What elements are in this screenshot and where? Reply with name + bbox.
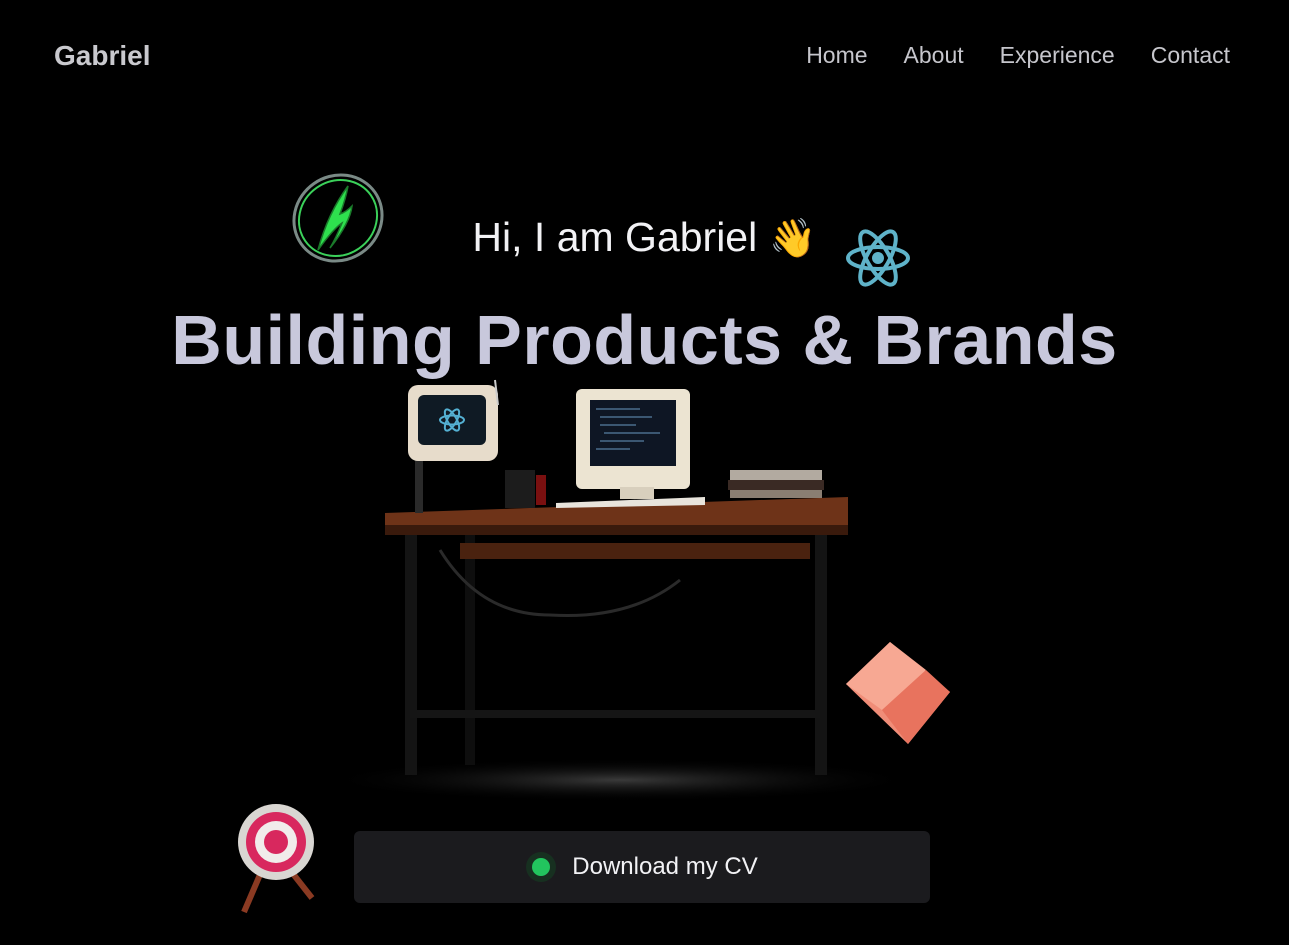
hero-greeting: Hi, I am Gabriel 👋 — [0, 214, 1289, 261]
nav-link-home[interactable]: Home — [806, 42, 867, 69]
nav-link-about[interactable]: About — [904, 42, 964, 69]
top-navbar: Gabriel Home About Experience Contact — [0, 0, 1289, 116]
hero-headline: Building Products & Brands — [171, 301, 1118, 379]
download-cv-button[interactable]: Download my CV — [354, 831, 930, 903]
download-cv-label: Download my CV — [572, 853, 758, 880]
nav-link-experience[interactable]: Experience — [1000, 42, 1115, 69]
status-dot-icon — [526, 852, 557, 882]
wave-emoji: 👋 — [769, 218, 817, 260]
nav-links: Home About Experience Contact — [806, 42, 1230, 69]
target-icon — [238, 804, 315, 914]
react-icon — [846, 229, 910, 287]
cube-icon — [846, 642, 950, 744]
site-logo[interactable]: Gabriel — [54, 40, 150, 72]
nav-link-contact[interactable]: Contact — [1151, 42, 1230, 69]
greeting-text: Hi, I am Gabriel — [472, 214, 758, 260]
